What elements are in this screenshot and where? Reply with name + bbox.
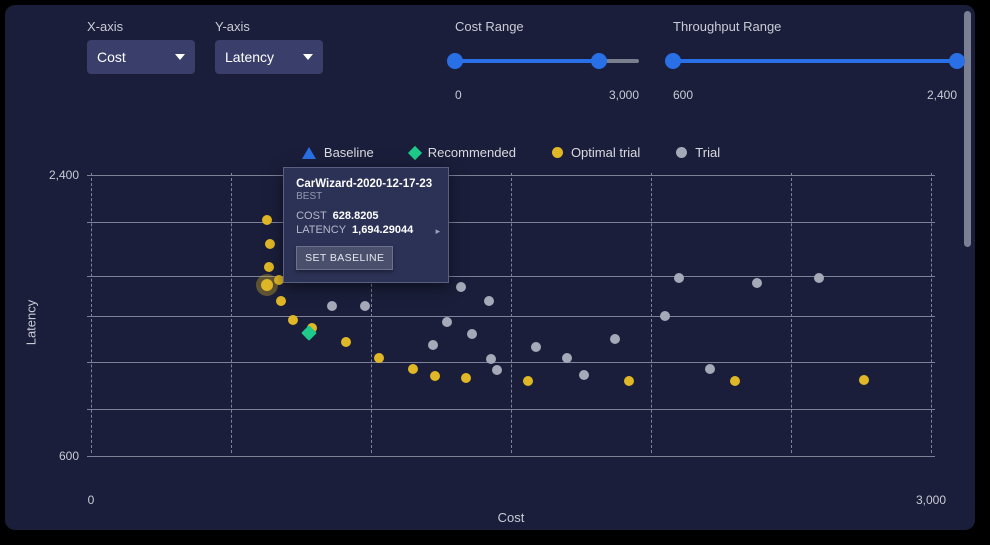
data-point[interactable] — [660, 311, 670, 321]
data-point[interactable] — [859, 375, 869, 385]
data-point[interactable] — [428, 340, 438, 350]
data-point[interactable] — [374, 353, 384, 363]
gridline-v — [91, 173, 92, 453]
throughput-range-slider[interactable] — [673, 54, 957, 68]
slider-thumb-min[interactable] — [447, 53, 463, 69]
chevron-down-icon — [303, 54, 313, 60]
data-point[interactable] — [461, 373, 471, 383]
xaxis-value: Cost — [97, 49, 126, 65]
cost-range-slider[interactable] — [455, 54, 639, 68]
data-point[interactable] — [705, 364, 715, 374]
cost-range-label: Cost Range — [455, 19, 639, 34]
point-tooltip: CarWizard-2020-12-17-23 BEST COST 628.82… — [283, 167, 449, 283]
data-point[interactable] — [674, 273, 684, 283]
x-tick: 3,000 — [916, 493, 946, 507]
yaxis-select[interactable]: Latency — [215, 40, 323, 74]
set-baseline-button[interactable]: SET BASELINE — [296, 246, 393, 270]
gridline-h — [87, 456, 935, 457]
throughput-range-label: Throughput Range — [673, 19, 957, 34]
data-point[interactable] — [610, 334, 620, 344]
x-axis-label: Cost — [498, 510, 525, 525]
data-point[interactable] — [276, 296, 286, 306]
throughput-range-control: Throughput Range 600 2,400 — [673, 19, 957, 102]
data-point[interactable] — [624, 376, 634, 386]
yaxis-control: Y-axis Latency — [215, 19, 323, 74]
data-point[interactable] — [261, 279, 273, 291]
gridline-v — [651, 173, 652, 453]
gridline-v — [931, 173, 932, 453]
slider-thumb-min[interactable] — [665, 53, 681, 69]
throughput-range-max: 2,400 — [927, 88, 957, 102]
data-point[interactable] — [274, 275, 284, 285]
data-point[interactable] — [523, 376, 533, 386]
data-point[interactable] — [492, 365, 502, 375]
yaxis-label: Y-axis — [215, 19, 323, 34]
data-point[interactable] — [408, 364, 418, 374]
y-tick: 2,400 — [29, 168, 79, 182]
data-point[interactable] — [264, 262, 274, 272]
data-point[interactable] — [341, 337, 351, 347]
chart-panel: X-axis Cost Y-axis Latency Cost Range 0 — [5, 5, 975, 530]
cost-range-min: 0 — [455, 88, 462, 102]
vertical-scrollbar[interactable] — [964, 11, 971, 247]
tooltip-title: CarWizard-2020-12-17-23 — [296, 178, 436, 190]
slider-thumb-max[interactable] — [949, 53, 965, 69]
gridline-v — [231, 173, 232, 453]
data-point[interactable] — [288, 315, 298, 325]
scatter-chart[interactable]: Baseline Recommended Optimal trial Trial… — [87, 145, 935, 485]
cost-range-control: Cost Range 0 3,000 — [455, 19, 639, 102]
data-point[interactable] — [531, 342, 541, 352]
gridline-v — [791, 173, 792, 453]
x-tick: 0 — [88, 493, 95, 507]
data-point[interactable] — [265, 239, 275, 249]
data-point[interactable] — [456, 282, 466, 292]
caret-right-icon: ▸ — [436, 226, 441, 237]
data-point[interactable] — [262, 215, 272, 225]
cost-range-max: 3,000 — [609, 88, 639, 102]
yaxis-value: Latency — [225, 49, 274, 65]
data-point[interactable] — [752, 278, 762, 288]
data-point[interactable] — [730, 376, 740, 386]
data-point[interactable] — [484, 296, 494, 306]
xaxis-control: X-axis Cost — [87, 19, 195, 74]
data-point[interactable] — [579, 370, 589, 380]
controls-row: X-axis Cost Y-axis Latency Cost Range 0 — [5, 5, 975, 102]
plot-area[interactable] — [87, 145, 935, 465]
y-tick: 600 — [29, 449, 79, 463]
data-point[interactable] — [467, 329, 477, 339]
y-axis-label: Latency — [24, 300, 39, 346]
slider-thumb-max[interactable] — [591, 53, 607, 69]
xaxis-label: X-axis — [87, 19, 195, 34]
data-point[interactable] — [442, 317, 452, 327]
xaxis-select[interactable]: Cost — [87, 40, 195, 74]
gridline-v — [511, 173, 512, 453]
chevron-down-icon — [175, 54, 185, 60]
data-point[interactable] — [562, 353, 572, 363]
throughput-range-min: 600 — [673, 88, 693, 102]
data-point[interactable] — [360, 301, 370, 311]
data-point[interactable] — [486, 354, 496, 364]
data-point[interactable] — [814, 273, 824, 283]
data-point[interactable] — [327, 301, 337, 311]
data-point[interactable] — [430, 371, 440, 381]
tooltip-subtitle: BEST — [296, 191, 436, 202]
